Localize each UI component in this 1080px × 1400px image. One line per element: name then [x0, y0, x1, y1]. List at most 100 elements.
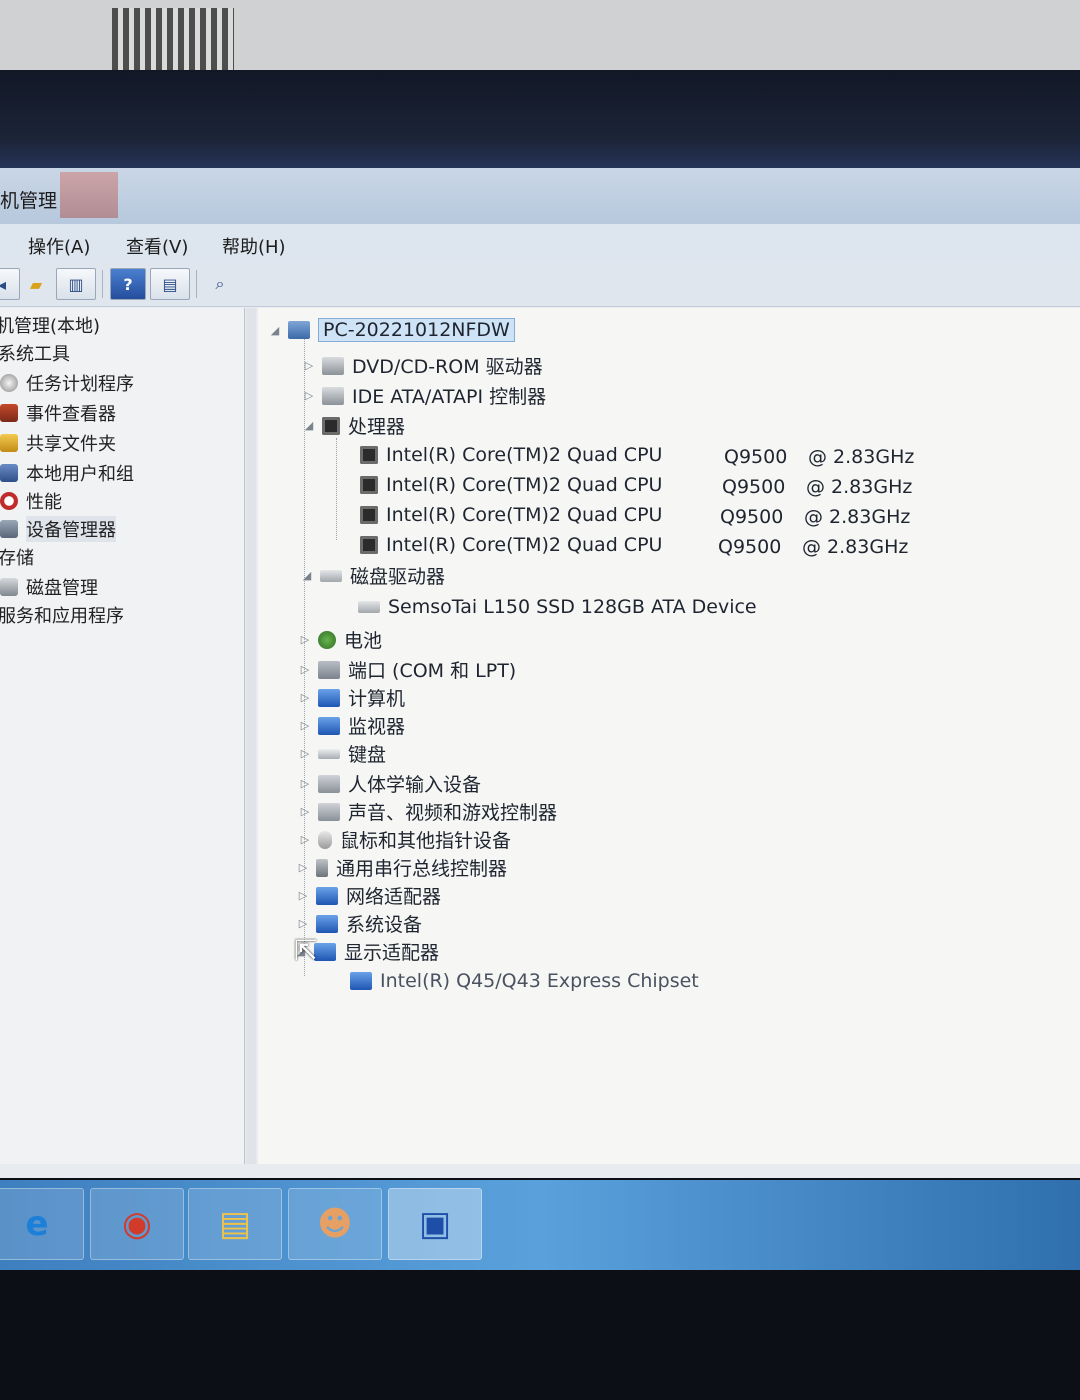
chrome-icon[interactable]: ◉	[90, 1188, 184, 1260]
device-cpu-3[interactable]: Intel(R) Core(TM)2 Quad CPU	[354, 504, 662, 526]
expand-arrow-icon[interactable]: ▷	[296, 889, 310, 902]
category-processor[interactable]: ◢ 处理器	[302, 412, 405, 439]
cpu-model: Q9500	[722, 476, 786, 498]
tree-item-local-users[interactable]: 本地用户和组	[0, 460, 134, 486]
tree-item-disk-management[interactable]: 磁盘管理	[0, 574, 98, 600]
expand-arrow-icon[interactable]: ▷	[302, 389, 316, 402]
tree-item-label: 存储	[0, 548, 34, 569]
device-ssd[interactable]: SemsoTai L150 SSD 128GB ATA Device	[352, 596, 757, 618]
expand-arrow-icon[interactable]: ▷	[296, 861, 310, 874]
device-tree-root[interactable]: ◢ PC-20221012NFDW	[268, 318, 515, 342]
cpu-name: Intel(R) Core(TM)2 Quad CPU	[386, 474, 663, 496]
tree-item-computer-management[interactable]: 机管理(本地)	[0, 312, 100, 338]
device-display-adapter[interactable]: Intel(R) Q45/Q43 Express Chipset	[344, 970, 699, 992]
file-explorer-icon[interactable]: ▤	[188, 1188, 282, 1260]
expand-arrow-icon[interactable]: ▷	[298, 691, 312, 704]
cpu-name: Intel(R) Core(TM)2 Quad CPU	[386, 444, 663, 466]
scan-hardware-icon[interactable]: ⌕	[202, 268, 238, 300]
toolbar-separator	[196, 270, 197, 298]
disk-icon	[358, 601, 380, 613]
cpu-speed: @ 2.83GHz	[808, 446, 915, 468]
category-label: 键盘	[348, 744, 387, 766]
category-label: DVD/CD-ROM 驱动器	[352, 356, 543, 378]
category-sound[interactable]: ▷ 声音、视频和游戏控制器	[298, 798, 557, 825]
computer-icon	[318, 688, 340, 707]
expand-arrow-icon[interactable]: ▷	[298, 777, 312, 790]
event-viewer-icon	[0, 404, 18, 422]
disk-name: SemsoTai L150 SSD 128GB ATA Device	[388, 596, 757, 618]
expand-arrow-icon[interactable]: ▷	[298, 633, 312, 646]
category-disk-drives[interactable]: ◢ 磁盘驱动器	[300, 562, 445, 589]
category-keyboards[interactable]: ▷ 键盘	[298, 740, 386, 767]
tree-item-label: 服务和应用程序	[0, 606, 124, 627]
expand-arrow-icon[interactable]: ▷	[298, 805, 312, 818]
hid-icon	[318, 774, 340, 793]
expand-arrow-icon[interactable]: ▷	[298, 747, 312, 760]
properties-icon[interactable]: ▤	[150, 268, 190, 300]
back-icon[interactable]: ◂	[0, 268, 20, 300]
help-icon[interactable]: ?	[110, 268, 146, 300]
cpu-speed: @ 2.83GHz	[806, 476, 913, 498]
expand-arrow-icon[interactable]: ▷	[302, 359, 316, 372]
cpu-icon	[360, 536, 378, 554]
category-hid[interactable]: ▷ 人体学输入设备	[298, 770, 481, 797]
show-hide-tree-icon[interactable]: ▥	[56, 268, 96, 300]
disk-management-icon	[0, 578, 18, 596]
category-ports[interactable]: ▷ 端口 (COM 和 LPT)	[298, 656, 516, 683]
category-monitors[interactable]: ▷ 监视器	[298, 712, 405, 739]
category-ide[interactable]: ▷ IDE ATA/ATAPI 控制器	[302, 382, 546, 409]
internet-explorer-icon[interactable]: e	[0, 1188, 84, 1260]
category-computer[interactable]: ▷ 计算机	[298, 684, 405, 711]
device-cpu-4[interactable]: Intel(R) Core(TM)2 Quad CPU	[354, 534, 662, 556]
tree-item-label: 系统工具	[0, 344, 70, 365]
cpu-model: Q9500	[720, 506, 784, 528]
console-tree: 机管理(本地) 系统工具 任务计划程序 事件查看器 共享文件夹 本地用户和组 性…	[0, 308, 245, 1164]
cpu-model: Q9500	[718, 536, 782, 558]
tree-item-device-manager[interactable]: 设备管理器	[0, 516, 116, 542]
tree-item-label: 机管理(本地)	[0, 316, 101, 337]
pane-splitter[interactable]	[246, 308, 256, 1164]
menu-view[interactable]: 查看(V)	[126, 233, 188, 259]
device-cpu-1[interactable]: Intel(R) Core(TM)2 Quad CPU	[354, 444, 662, 466]
cpu-icon	[360, 446, 378, 464]
tree-item-shared-folders[interactable]: 共享文件夹	[0, 430, 116, 456]
folder-up-icon[interactable]: ▰	[18, 268, 54, 300]
tree-item-system-tools[interactable]: 系统工具	[0, 340, 70, 366]
display-adapter-name: Intel(R) Q45/Q43 Express Chipset	[380, 970, 699, 992]
tree-item-label: 共享文件夹	[26, 434, 116, 455]
expand-arrow-icon[interactable]: ▷	[298, 663, 312, 676]
category-system-devices[interactable]: ▷ 系统设备	[296, 910, 422, 937]
collapse-arrow-icon[interactable]: ◢	[302, 419, 316, 432]
computer-management-icon[interactable]: ▣	[388, 1188, 482, 1260]
collapse-arrow-icon[interactable]: ◢	[300, 569, 314, 582]
usb-icon	[316, 858, 328, 877]
expand-arrow-icon[interactable]: ▷	[296, 917, 310, 930]
menu-action[interactable]: 操作(A)	[28, 233, 90, 259]
computer-icon	[288, 321, 310, 339]
menu-help[interactable]: 帮助(H)	[222, 233, 286, 259]
computer-management-window: 机管理 操作(A) 查看(V) 帮助(H) ◂ ▰ ▥ ? ▤ ⌕ 机管理(本地…	[0, 168, 1080, 1178]
category-dvd[interactable]: ▷ DVD/CD-ROM 驱动器	[302, 352, 543, 379]
disk-drive-icon	[320, 569, 342, 582]
category-usb[interactable]: ▷ 通用串行总线控制器	[296, 854, 507, 881]
tree-item-services-apps[interactable]: 服务和应用程序	[0, 602, 124, 628]
category-mice[interactable]: ▷ 鼠标和其他指针设备	[298, 826, 511, 853]
category-label: 网络适配器	[346, 886, 442, 908]
cpu-model: Q9500	[724, 446, 788, 468]
category-label: 显示适配器	[344, 942, 440, 964]
tree-item-performance[interactable]: 性能	[0, 488, 62, 514]
collapse-arrow-icon[interactable]: ◢	[268, 324, 282, 337]
expand-arrow-icon[interactable]: ▷	[298, 719, 312, 732]
app-icon[interactable]: ☻	[288, 1188, 382, 1260]
title-bar-accent	[60, 172, 118, 218]
category-network[interactable]: ▷ 网络适配器	[296, 882, 441, 909]
tree-item-storage[interactable]: 存储	[0, 544, 34, 570]
taskbar: e ◉ ▤ ☻ ▣	[0, 1180, 1080, 1270]
tree-item-label: 磁盘管理	[26, 578, 98, 599]
tree-item-task-scheduler[interactable]: 任务计划程序	[0, 370, 134, 396]
category-battery[interactable]: ▷ 电池	[298, 626, 382, 653]
tree-item-event-viewer[interactable]: 事件查看器	[0, 400, 116, 426]
device-cpu-2[interactable]: Intel(R) Core(TM)2 Quad CPU	[354, 474, 662, 496]
expand-arrow-icon[interactable]: ▷	[298, 833, 312, 846]
category-label: 通用串行总线控制器	[336, 858, 508, 880]
